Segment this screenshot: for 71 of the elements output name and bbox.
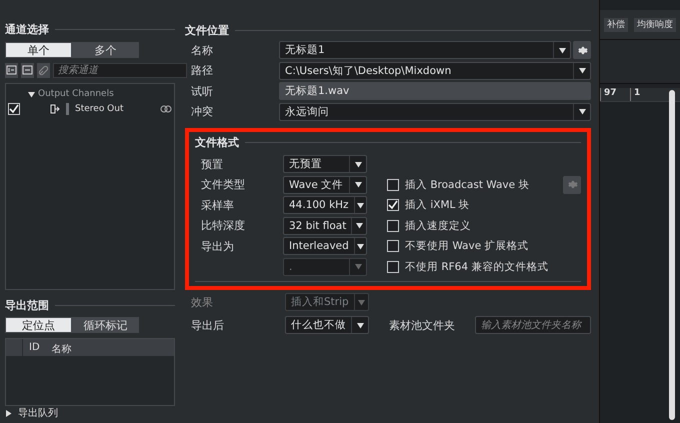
column-header: ID <box>28 341 41 356</box>
field-label: 采样率 <box>201 198 234 212</box>
dropdown[interactable]: 无标题1 <box>279 41 571 60</box>
section-title: 通道选择 <box>5 22 49 38</box>
caret-icon[interactable] <box>354 181 362 188</box>
tab[interactable]: 单个 <box>5 42 72 58</box>
dropdown[interactable]: Interleaved <box>283 237 367 256</box>
dropdown[interactable]: 永远询问 <box>279 102 591 121</box>
tab[interactable]: 多个 <box>72 42 139 58</box>
caret-icon[interactable] <box>356 322 364 328</box>
caret-icon[interactable] <box>558 46 566 54</box>
checkbox-label: 插入速度定义 <box>404 218 471 233</box>
checkbox-label: 不使用 RF64 兼容的文件格式 <box>404 260 548 274</box>
dropdown[interactable]: Wave 文件 <box>283 176 367 194</box>
checkbox-label: 插入 Broadcast Wave 块 <box>404 178 530 192</box>
dropdown[interactable]: 什么也不做 <box>285 316 369 334</box>
caret-icon[interactable] <box>578 108 586 116</box>
field-label: 文件类型 <box>201 178 245 192</box>
expand-triangle-icon[interactable] <box>5 410 12 417</box>
field-label: 试听 <box>191 84 214 99</box>
caret-icon[interactable] <box>354 160 362 168</box>
toolbar-button[interactable]: 补偿 <box>604 18 628 32</box>
checkbox-label: 插入 iXML 块 <box>404 198 470 212</box>
checkbox[interactable] <box>387 220 399 232</box>
caret-icon[interactable] <box>356 222 363 230</box>
output-icon <box>50 104 60 114</box>
section-title: 导出队列 <box>18 406 58 420</box>
scrollbar-thumb[interactable] <box>669 90 675 420</box>
checkbox[interactable] <box>387 199 399 212</box>
field-label: 素材池文件夹 <box>389 318 456 332</box>
caret-icon[interactable] <box>578 67 586 74</box>
link-icon[interactable] <box>37 62 50 78</box>
collapse-icon[interactable] <box>21 62 34 78</box>
ruler-label: 97 <box>600 88 630 101</box>
settings-icon[interactable] <box>573 41 591 60</box>
dropdown[interactable]: 32 bit float <box>283 216 367 235</box>
column-header: 名称 <box>50 343 73 356</box>
search-field[interactable]: 搜索通道 <box>53 62 187 78</box>
field-label: 效果 <box>191 294 214 310</box>
dropdown[interactable]: 无预置 <box>283 155 367 174</box>
field-label: 名称 <box>191 42 214 58</box>
checkbox[interactable] <box>387 178 399 191</box>
toolbar-button[interactable]: 均衡响度 <box>634 18 676 32</box>
tree-group-label: Output Channels <box>38 89 114 100</box>
section-title: 文件位置 <box>185 22 229 38</box>
readonly-field[interactable]: 无标题1.wav <box>279 82 591 100</box>
tab[interactable]: 循环标记 <box>72 317 139 334</box>
field-label: 比特深度 <box>201 219 245 232</box>
field-label: 冲突 <box>191 104 214 120</box>
caret-icon[interactable] <box>356 242 364 250</box>
section-title: 文件格式 <box>195 134 239 150</box>
channel-name: Stereo Out <box>75 104 125 114</box>
checkbox[interactable] <box>387 260 399 273</box>
checkbox[interactable] <box>8 102 20 115</box>
expand-icon[interactable] <box>5 62 18 78</box>
section-title: 导出范围 <box>5 298 49 314</box>
field-label: 导出后 <box>191 318 225 332</box>
field-label: 导出为 <box>201 240 234 253</box>
dropdown[interactable]: C:\Users\知了\Desktop\Mixdown <box>279 62 591 80</box>
tab[interactable]: 定位点 <box>5 317 72 334</box>
field-label: 路径 <box>191 63 214 78</box>
checkbox-label: 不要使用 Wave 扩展格式 <box>404 239 528 254</box>
checkbox[interactable] <box>387 240 399 252</box>
stereo-icon <box>160 104 172 113</box>
field-label: 预置 <box>201 158 223 171</box>
input-field[interactable]: 输入素材池文件夹名称 <box>475 316 591 334</box>
ruler-label: 1 <box>630 88 660 101</box>
expand-triangle-icon[interactable] <box>28 90 35 98</box>
caret-icon[interactable] <box>356 202 364 209</box>
channel-color-bar <box>66 102 69 115</box>
dropdown[interactable]: 44.100 kHz <box>283 196 367 214</box>
